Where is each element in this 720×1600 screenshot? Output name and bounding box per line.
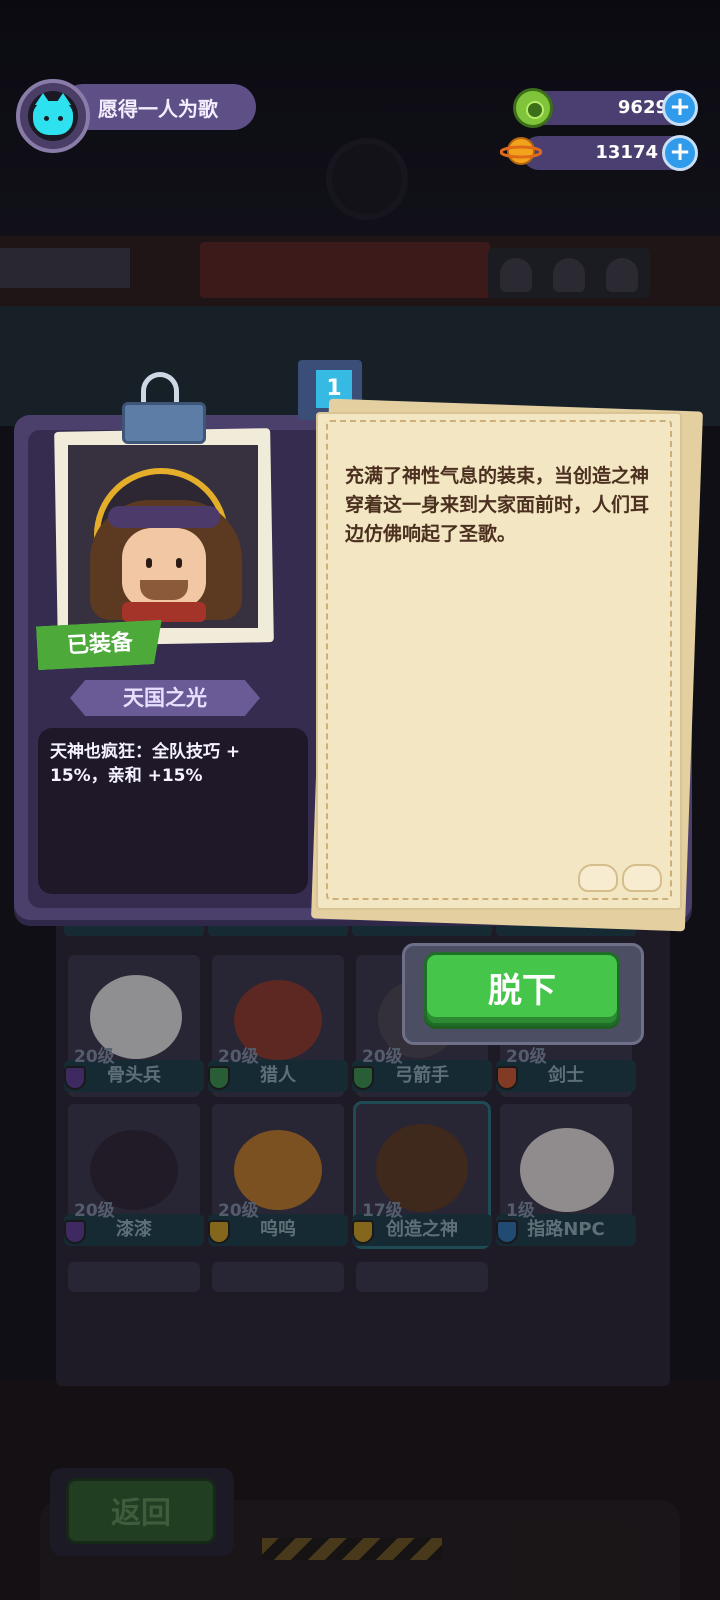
- bunny-icon: [578, 864, 618, 892]
- eye: [146, 558, 152, 568]
- ghost-icon: [553, 258, 585, 292]
- bunny-icon: [622, 864, 662, 892]
- character-card[interactable]: [212, 1262, 344, 1292]
- ghost-icon: [606, 258, 638, 292]
- scarf: [122, 602, 206, 622]
- cat-eye: [58, 116, 63, 121]
- costume-description: 充满了神性气息的装束，当创造之神穿着这一身来到大家面前时，人们耳边仿佛响起了圣歌…: [345, 465, 650, 545]
- thorn-crown-icon: [108, 506, 220, 528]
- back-button[interactable]: 返回: [66, 1478, 216, 1544]
- equipped-badge: 已装备: [36, 620, 164, 671]
- gem-count: 9629: [617, 97, 668, 118]
- eye: [176, 558, 182, 568]
- card-name: 呜呜: [260, 1219, 296, 1240]
- player-name: 愿得一人为歌: [98, 97, 218, 121]
- beard: [140, 580, 188, 600]
- planet-coin-icon: [500, 137, 542, 165]
- shelf-red-block: [200, 242, 490, 298]
- card-name: 创造之神: [386, 1219, 458, 1240]
- planet-count: 13174: [595, 142, 658, 163]
- ceiling-fan-icon: [326, 138, 408, 220]
- hazard-stripe: [262, 1538, 442, 1560]
- character-card[interactable]: [356, 1262, 488, 1292]
- shelf-left-block: [0, 248, 130, 288]
- gem-coin-icon: [513, 88, 553, 128]
- card-name: 猎人: [260, 1065, 296, 1086]
- ghost-icon: [500, 258, 532, 292]
- add-gem-button[interactable]: +: [662, 90, 698, 126]
- cat-face-icon: [33, 101, 73, 135]
- card-name: 弓箭手: [395, 1065, 449, 1086]
- binder-clip-base: [122, 402, 206, 444]
- character-card[interactable]: [68, 1262, 200, 1292]
- costume-effect: 天神也疯狂：全队技巧 + 15%，亲和 +15%: [50, 742, 241, 786]
- add-planet-button[interactable]: +: [662, 135, 698, 171]
- cat-eye: [44, 116, 49, 121]
- card-name: 骨头兵: [107, 1065, 161, 1086]
- card-name: 剑士: [548, 1065, 584, 1086]
- take-off-button[interactable]: 脱下: [424, 952, 620, 1026]
- card-name: 漆漆: [116, 1219, 152, 1240]
- card-name: 指路NPC: [527, 1219, 605, 1240]
- costume-name: 天国之光: [123, 686, 207, 710]
